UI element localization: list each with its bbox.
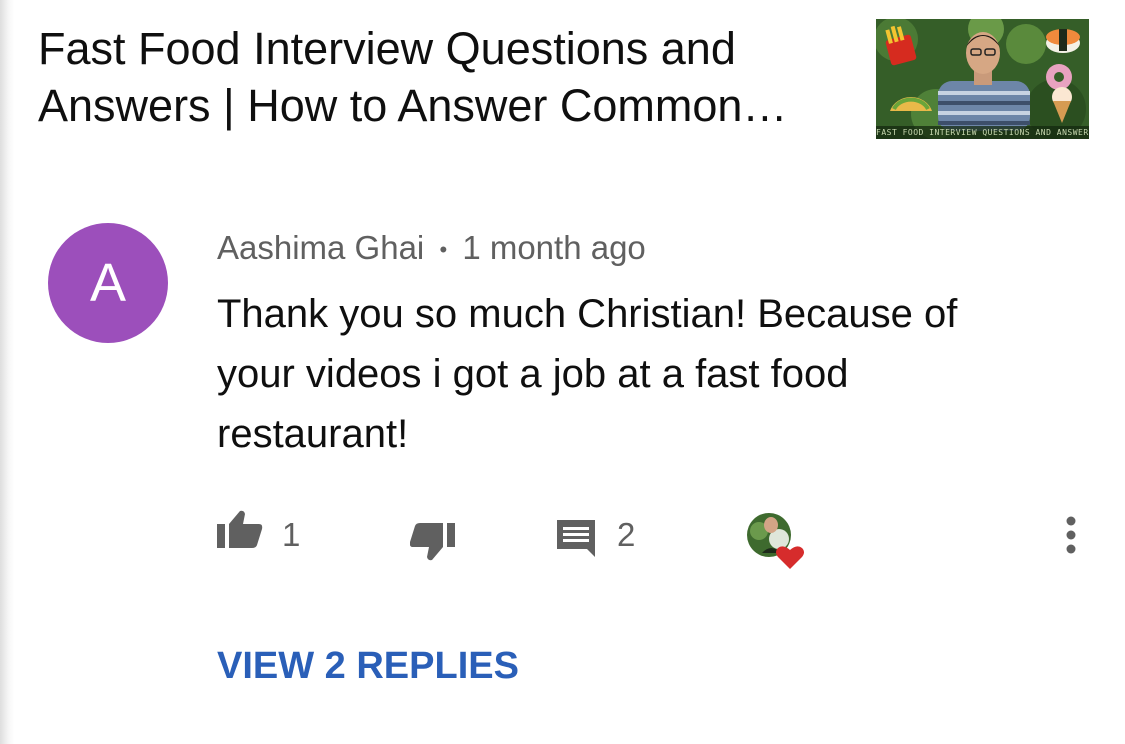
comment-text: Thank you so much Christian! Because of … <box>217 292 958 456</box>
comment-author[interactable]: Aashima Ghai <box>217 229 424 266</box>
reply-button[interactable] <box>555 518 597 558</box>
video-title[interactable]: Fast Food Interview Questions and Answer… <box>38 20 838 134</box>
video-thumbnail[interactable]: FAST FOOD INTERVIEW QUESTIONS AND ANSWER… <box>876 19 1089 139</box>
reply-count: 2 <box>617 516 636 553</box>
comment-time: 1 month ago <box>462 229 646 266</box>
like-button[interactable] <box>216 510 264 550</box>
more-menu-button[interactable] <box>1058 516 1084 556</box>
thumb-up-icon <box>217 510 263 548</box>
thumbnail-caption: FAST FOOD INTERVIEW QUESTIONS AND ANSWER… <box>876 126 1089 139</box>
left-edge-shadow <box>0 0 14 744</box>
video-title-line-1: Fast Food Interview Questions and <box>38 23 736 74</box>
dislike-button[interactable] <box>409 520 456 562</box>
more-vert-icon <box>1066 516 1076 554</box>
view-replies-button[interactable]: VIEW 2 REPLIES <box>217 644 519 688</box>
avatar[interactable]: A <box>48 223 168 343</box>
comment-meta: Aashima Ghai • 1 month ago <box>217 228 646 270</box>
creator-heart <box>745 509 807 573</box>
like-count: 1 <box>282 516 301 553</box>
meta-separator: • <box>439 237 448 263</box>
thumb-down-icon <box>409 523 455 561</box>
comment-icon <box>557 520 595 557</box>
thumbnail-image <box>876 19 1089 139</box>
creator-heart-icon <box>747 513 804 569</box>
video-title-line-2: Answers | How to Answer Common… <box>38 80 788 131</box>
